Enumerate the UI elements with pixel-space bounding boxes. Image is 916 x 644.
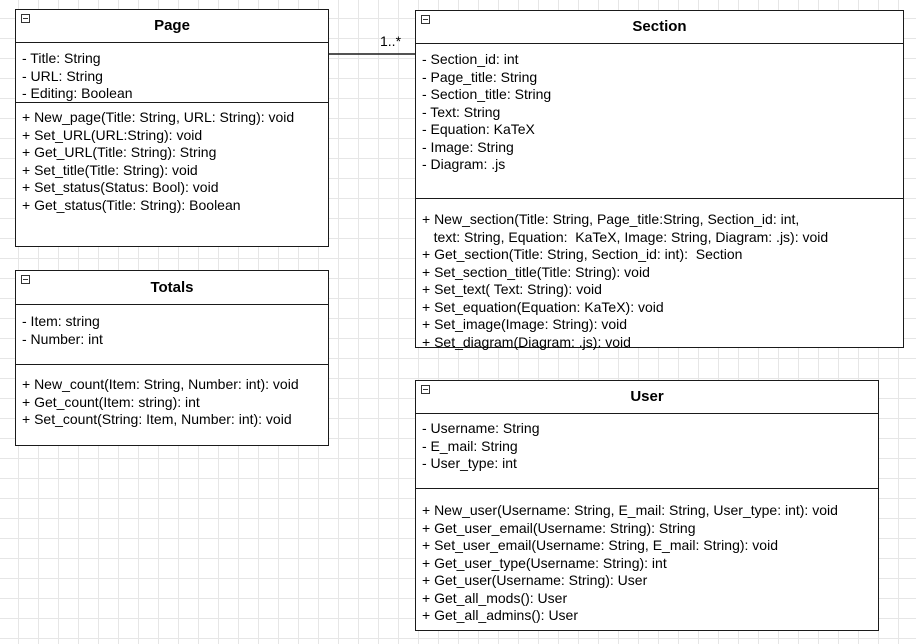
method-row[interactable]: + Set_URL(URL:String): void bbox=[22, 127, 328, 145]
attribute-row[interactable]: - User_type: int bbox=[422, 455, 878, 473]
attribute-row[interactable]: - Text: String bbox=[422, 104, 903, 122]
attributes-section: - Item: string - Number: int bbox=[16, 305, 328, 365]
method-row[interactable]: + Set_section_title(Title: String): void bbox=[422, 264, 903, 282]
class-header[interactable]: User bbox=[416, 381, 878, 414]
method-row[interactable]: + New_count(Item: String, Number: int): … bbox=[22, 376, 328, 394]
method-row[interactable]: + Set_count(String: Item, Number: int): … bbox=[22, 411, 328, 429]
class-header[interactable]: Section bbox=[416, 11, 903, 44]
attributes-section: - Username: String - E_mail: String - User… bbox=[416, 414, 878, 489]
attribute-row[interactable]: - Username: String bbox=[422, 420, 878, 438]
method-row[interactable]: + New_section(Title: String, Page_title:… bbox=[422, 211, 903, 229]
attributes-section: - Title: String - URL: String - Editing: B… bbox=[16, 43, 328, 103]
method-row[interactable]: + Get_count(Item: string): int bbox=[22, 394, 328, 412]
method-row[interactable]: + Get_all_admins(): User bbox=[422, 607, 878, 625]
attribute-row[interactable]: - Editing: Boolean bbox=[22, 85, 328, 103]
class-name: Section bbox=[632, 18, 687, 35]
attribute-row[interactable]: - Image: String bbox=[422, 139, 903, 157]
method-row[interactable]: + Get_user_type(Username: String): int bbox=[422, 555, 878, 573]
method-row[interactable]: + Set_title(Title: String): void bbox=[22, 162, 328, 180]
attributes-section: - Section_id: int - Page_title: String - S… bbox=[416, 44, 903, 199]
methods-section: + New_count(Item: String, Number: int): … bbox=[16, 365, 328, 429]
class-user[interactable]: User - Username: String - E_mail: String -… bbox=[415, 380, 879, 631]
methods-section: + New_section(Title: String, Page_title:… bbox=[416, 199, 903, 351]
method-row[interactable]: text: String, Equation: KaTeX, Image: St… bbox=[422, 229, 903, 247]
attribute-row[interactable]: - URL: String bbox=[22, 68, 328, 86]
collapse-icon[interactable] bbox=[21, 14, 30, 23]
multiplicity-label: 1..* bbox=[380, 33, 402, 49]
attribute-row[interactable]: - Diagram: .js bbox=[422, 156, 903, 174]
method-row[interactable]: + Get_URL(Title: String): String bbox=[22, 144, 328, 162]
class-section[interactable]: Section - Section_id: int - Page_title: S… bbox=[415, 10, 904, 351]
method-row[interactable]: + Set_text( Text: String): void bbox=[422, 281, 903, 299]
method-row[interactable]: + Get_section(Title: String, Section_id:… bbox=[422, 246, 903, 264]
method-row[interactable]: + Set_status(Status: Bool): void bbox=[22, 179, 328, 197]
class-name: Totals bbox=[150, 279, 194, 296]
collapse-icon[interactable] bbox=[21, 275, 30, 284]
attribute-row[interactable]: - Title: String bbox=[22, 50, 328, 68]
method-row[interactable]: + Set_diagram(Diagram: .js): void bbox=[422, 334, 903, 352]
attribute-row[interactable]: - Section_title: String bbox=[422, 86, 903, 104]
method-row[interactable]: + New_page(Title: String, URL: String): … bbox=[22, 109, 328, 127]
class-header[interactable]: Totals bbox=[16, 271, 328, 305]
class-header[interactable]: Page bbox=[16, 10, 328, 43]
attribute-row[interactable]: - E_mail: String bbox=[422, 438, 878, 456]
methods-section: + New_page(Title: String, URL: String): … bbox=[16, 103, 328, 214]
attribute-row[interactable]: - Equation: KaTeX bbox=[422, 121, 903, 139]
collapse-icon[interactable] bbox=[421, 15, 430, 24]
method-row[interactable]: + Get_user(Username: String): User bbox=[422, 572, 878, 590]
methods-section: + New_user(Username: String, E_mail: Str… bbox=[416, 489, 878, 625]
method-row[interactable]: + Set_image(Image: String): void bbox=[422, 316, 903, 334]
method-row[interactable]: + Set_equation(Equation: KaTeX): void bbox=[422, 299, 903, 317]
method-row[interactable]: + New_user(Username: String, E_mail: Str… bbox=[422, 502, 878, 520]
method-row[interactable]: + Set_user_email(Username: String, E_mai… bbox=[422, 537, 878, 555]
attribute-row[interactable]: - Page_title: String bbox=[422, 69, 903, 87]
class-totals[interactable]: Totals - Item: string - Number: int + New… bbox=[15, 270, 329, 446]
method-row[interactable]: + Get_status(Title: String): Boolean bbox=[22, 197, 328, 215]
class-name: User bbox=[630, 388, 664, 405]
class-page[interactable]: Page - Title: String - URL: String - Editi… bbox=[15, 9, 329, 247]
method-row[interactable]: + Get_user_email(Username: String): Stri… bbox=[422, 520, 878, 538]
method-row[interactable]: + Get_all_mods(): User bbox=[422, 590, 878, 608]
attribute-row[interactable]: - Item: string bbox=[22, 313, 328, 331]
attribute-row[interactable]: - Number: int bbox=[22, 331, 328, 349]
class-name: Page bbox=[154, 17, 190, 34]
attribute-row[interactable]: - Section_id: int bbox=[422, 51, 903, 69]
collapse-icon[interactable] bbox=[421, 385, 430, 394]
